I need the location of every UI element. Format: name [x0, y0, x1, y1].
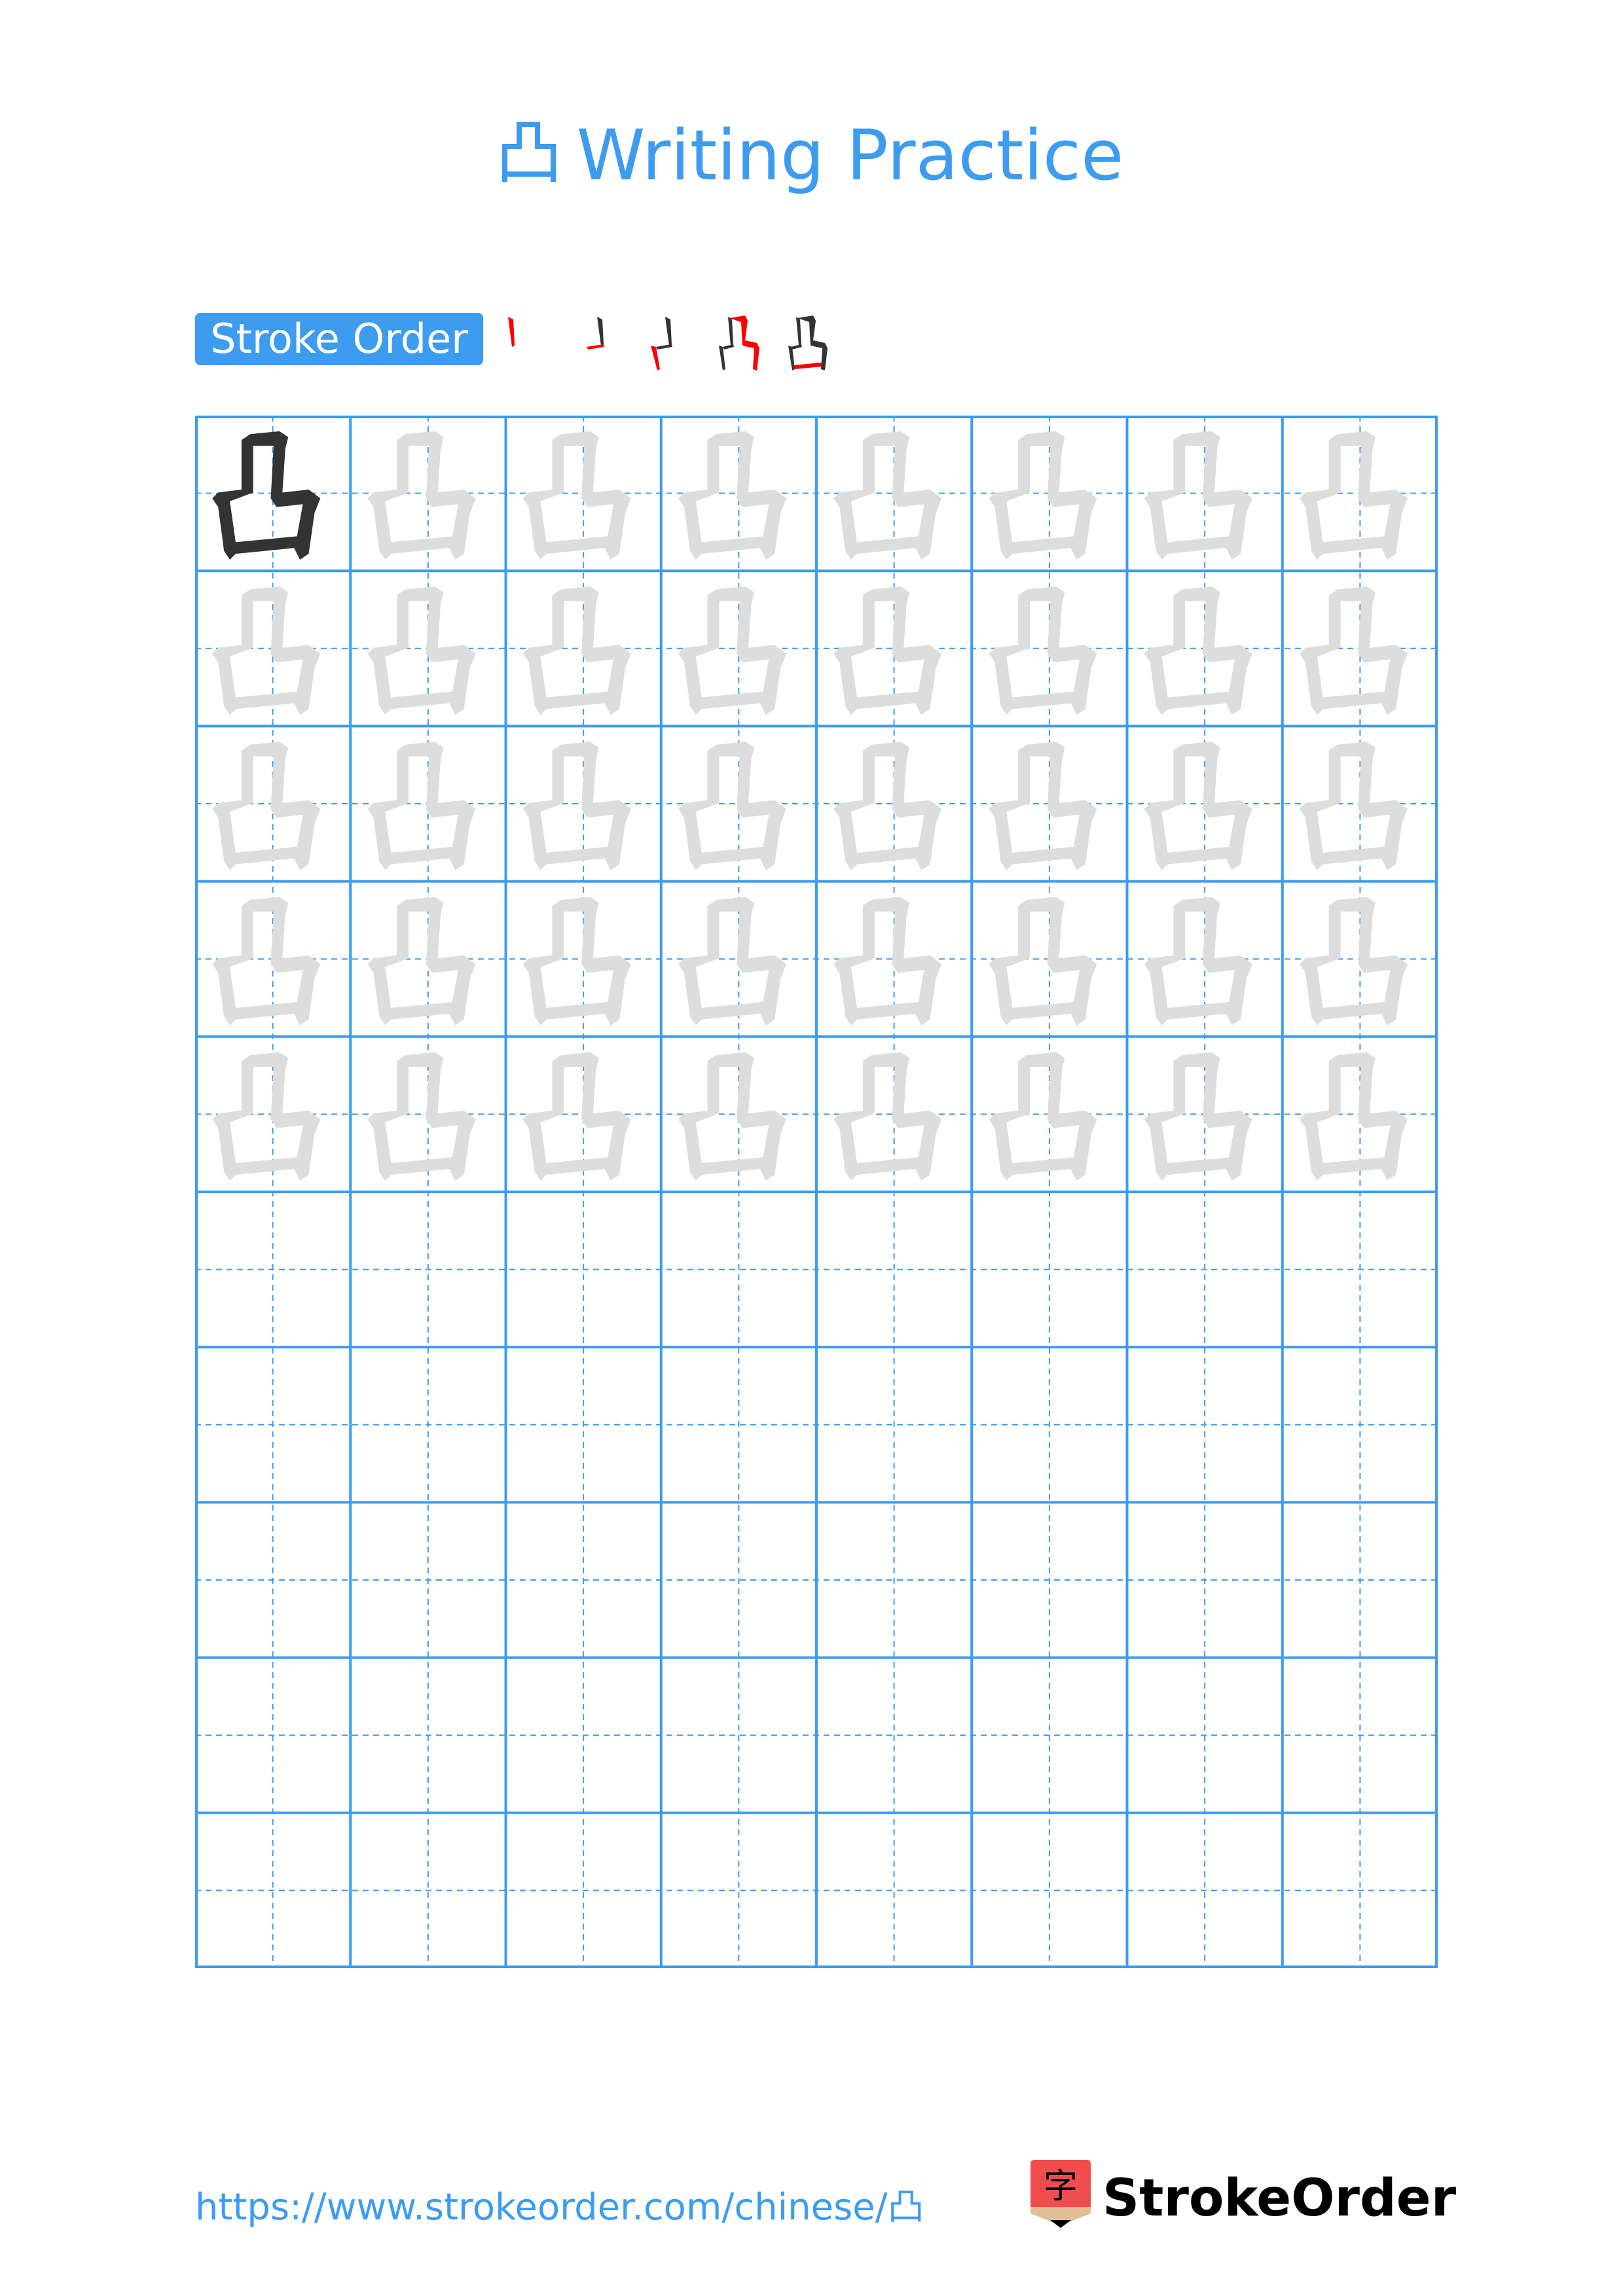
previous-stroke: [723, 344, 734, 350]
previous-stroke: [656, 344, 672, 350]
previous-stroke: [796, 317, 801, 346]
page-title-text: Writing Practice: [576, 115, 1124, 196]
current-stroke: [587, 344, 604, 350]
pencil-logo-icon: 字: [1030, 2160, 1091, 2228]
previous-stroke: [791, 344, 802, 350]
brand-name: StrokeOrder: [1103, 2169, 1457, 2228]
previous-stroke: [665, 317, 672, 346]
current-stroke: [793, 363, 822, 369]
stroke-step-5: [788, 315, 828, 370]
previous-stroke: [597, 317, 604, 346]
current-stroke: [508, 317, 515, 347]
previous-stroke: [788, 346, 795, 370]
current-stroke: [651, 346, 660, 370]
current-stroke: [729, 315, 759, 370]
stroke-step-1: [508, 317, 515, 347]
page-title: Writing Practice: [0, 110, 1623, 206]
stroke-step-3: [651, 317, 672, 370]
stroke-order-label: Stroke Order: [195, 313, 483, 365]
stroke-step-2: [587, 317, 604, 350]
brand-icon-char: 字: [1044, 2167, 1078, 2206]
footer-url-link[interactable]: https://www.strokeorder.com/chinese/凸: [195, 2185, 924, 2231]
practice-grid-svg: [195, 416, 1438, 1968]
previous-stroke: [797, 315, 828, 370]
previous-stroke: [728, 317, 733, 346]
stroke-step-4: [719, 315, 759, 370]
practice-grid: [195, 416, 1438, 1968]
character-glyph-icon: [500, 114, 558, 206]
